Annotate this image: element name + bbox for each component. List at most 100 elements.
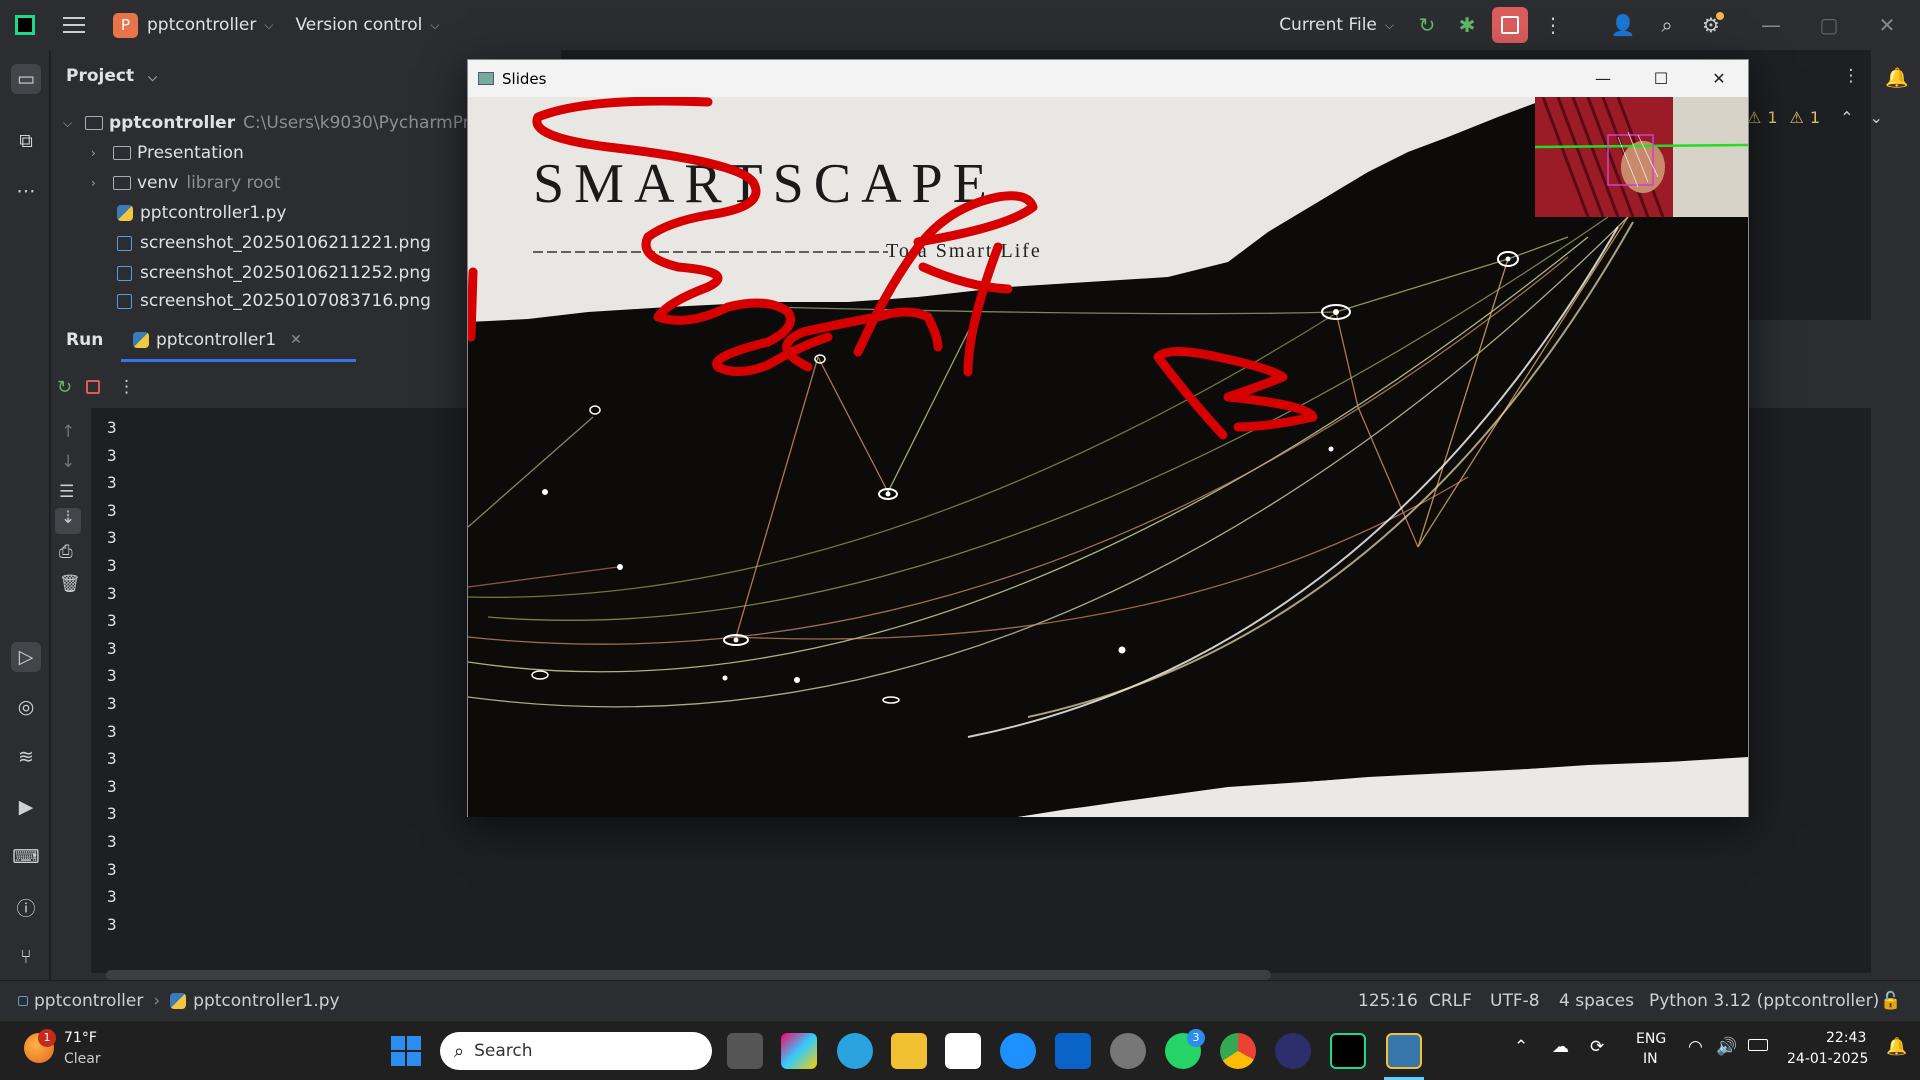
microsoft-store-icon[interactable] [945, 1033, 981, 1069]
notifications-bell-icon[interactable]: 🔔 [1884, 64, 1910, 90]
chevron-down-icon[interactable]: ⌄ [1869, 108, 1882, 127]
maximize-icon[interactable]: ☐ [1632, 60, 1690, 97]
soft-wrap-icon[interactable]: ☰ [59, 482, 74, 502]
project-panel-header[interactable]: Project ⌵ [66, 66, 157, 86]
webcam-preview [1534, 97, 1748, 218]
rerun-icon[interactable]: ↻ [1412, 10, 1442, 40]
git-icon[interactable]: ⑂ [13, 944, 39, 970]
terminal-icon[interactable]: ⌨ [12, 844, 39, 870]
expand-arrow-icon[interactable]: › [91, 146, 113, 160]
clock-time[interactable]: 22:43 [1826, 1030, 1866, 1046]
run-tool-icon[interactable]: ▷ [11, 642, 41, 672]
expand-arrow-icon[interactable]: ⌵ [63, 116, 85, 131]
rerun-icon[interactable]: ↻ [57, 377, 72, 398]
clock-date[interactable]: 24-01-2025 [1787, 1051, 1868, 1067]
breadcrumb-file[interactable]: pptcontroller1.py [193, 991, 339, 1011]
wifi-icon[interactable]: ◠ [1688, 1037, 1703, 1057]
settings-gear-icon[interactable] [1110, 1033, 1146, 1069]
close-icon[interactable]: ✕ [1690, 60, 1748, 97]
copilot-icon[interactable] [781, 1033, 817, 1069]
run-config-selector[interactable]: Current File ⌵ [1279, 15, 1394, 35]
tree-item-root[interactable]: ⌵ pptcontroller C:\Users\k9030\PycharmPr… [63, 110, 495, 136]
file-explorer-icon[interactable] [891, 1033, 927, 1069]
chrome-icon[interactable] [1220, 1033, 1256, 1069]
weather-temperature[interactable]: 71°F [64, 1030, 97, 1046]
help-icon[interactable] [1000, 1033, 1036, 1069]
tray-chevron-up-icon[interactable]: ⌃ [1514, 1037, 1528, 1057]
tree-item-file[interactable]: screenshot_20250106211252.png [117, 260, 431, 286]
pycharm-logo-icon [15, 15, 35, 35]
eclipse-icon[interactable] [1275, 1033, 1311, 1069]
battery-icon[interactable] [1748, 1039, 1768, 1051]
expand-arrow-icon[interactable]: › [91, 176, 113, 190]
chevron-up-icon[interactable]: ⌃ [1840, 108, 1853, 127]
horizontal-scrollbar[interactable] [106, 970, 1271, 980]
restore-icon[interactable]: ▢ [1814, 10, 1844, 40]
python-icon[interactable] [1386, 1033, 1422, 1069]
pycharm-icon[interactable] [1330, 1033, 1366, 1069]
caret-position[interactable]: 125:16 [1358, 991, 1418, 1011]
structure-icon[interactable]: ⧉ [13, 128, 39, 154]
tree-item-file[interactable]: screenshot_20250107083716.png [117, 290, 431, 312]
scroll-up-icon[interactable]: ↑ [61, 422, 75, 442]
stop-button[interactable] [1492, 7, 1528, 43]
warning-icon: ⚠ [1747, 108, 1762, 127]
tab-pptcontroller1[interactable]: pptcontroller1 ✕ [121, 320, 356, 362]
close-tab-icon[interactable]: ✕ [290, 332, 302, 348]
windows-start-icon[interactable] [391, 1036, 421, 1066]
ide-titlebar: P pptcontroller ⌵ Version control ⌵ Curr… [0, 0, 1920, 50]
main-menu-icon[interactable] [63, 17, 85, 33]
breadcrumb-project[interactable]: pptcontroller [34, 991, 143, 1011]
taskbar-search-box[interactable]: ⌕ Search [440, 1032, 712, 1070]
tree-item-file[interactable]: pptcontroller1.py [117, 200, 286, 226]
search-icon: ⌕ [454, 1040, 465, 1062]
telegram-icon[interactable] [837, 1033, 873, 1069]
print-icon[interactable]: ⎙ [59, 542, 73, 562]
line-ending[interactable]: CRLF [1429, 991, 1472, 1011]
task-view-icon[interactable] [727, 1033, 763, 1069]
scroll-to-end-icon[interactable]: ⇣ [55, 508, 81, 534]
more-tools-icon[interactable]: ⋯ [13, 178, 39, 204]
tree-item-file[interactable]: screenshot_20250106211221.png [117, 230, 431, 256]
python-interpreter[interactable]: Python 3.12 (pptcontroller) [1649, 991, 1879, 1011]
services-icon[interactable]: ▶ [13, 794, 39, 820]
minimize-icon[interactable]: — [1574, 60, 1632, 97]
outlook-icon[interactable] [1055, 1033, 1091, 1069]
version-control-menu[interactable]: Version control ⌵ [295, 15, 439, 35]
file-encoding[interactable]: UTF-8 [1490, 991, 1540, 1011]
indent-setting[interactable]: 4 spaces [1559, 991, 1634, 1011]
editor-more-icon[interactable]: ⋮ [1831, 66, 1871, 86]
weather-condition[interactable]: Clear [64, 1051, 101, 1067]
debug-icon[interactable]: ✱ [1452, 10, 1482, 40]
clear-trash-icon[interactable]: 🗑 [59, 574, 81, 594]
problems-icon[interactable]: ⓘ [13, 894, 39, 920]
search-icon[interactable]: ⌕ [1652, 10, 1682, 40]
lock-icon[interactable]: 🔓 [1880, 991, 1901, 1011]
tree-item-venv[interactable]: › venv library root [91, 170, 281, 196]
notification-bell-icon[interactable]: 🔔 [1886, 1037, 1907, 1057]
settings-icon[interactable]: ⚙ [1696, 10, 1726, 40]
more-actions-icon[interactable]: ⋮ [1538, 10, 1568, 40]
minimize-icon[interactable]: — [1756, 10, 1786, 40]
project-badge[interactable]: P [113, 12, 138, 38]
project-switcher[interactable]: pptcontroller ⌵ [147, 15, 273, 35]
scroll-down-icon[interactable]: ↓ [61, 452, 75, 472]
language-indicator[interactable]: ENG [1636, 1031, 1666, 1047]
console-line: 3 [107, 583, 117, 603]
more-actions-icon[interactable]: ⋮ [118, 377, 135, 397]
whatsapp-badge: 3 [1187, 1029, 1205, 1047]
sync-icon[interactable]: ⟳ [1590, 1037, 1604, 1057]
image-file-icon [117, 293, 132, 309]
stop-icon[interactable] [86, 380, 101, 394]
python-console-icon[interactable]: ◎ [13, 694, 39, 720]
project-tool-folder-icon[interactable]: ▭ [11, 64, 41, 94]
close-icon[interactable]: ✕ [1872, 10, 1902, 40]
layers-icon[interactable]: ≋ [13, 744, 39, 770]
volume-icon[interactable]: 🔊 [1716, 1037, 1737, 1057]
tree-item-presentation[interactable]: › Presentation [91, 140, 244, 166]
add-user-icon[interactable]: 👤 [1608, 10, 1638, 40]
onedrive-cloud-icon[interactable]: ☁ [1552, 1037, 1569, 1057]
slide-canvas[interactable]: SMARTSCAPE To a Smart Life [468, 97, 1748, 817]
warnings-indicator[interactable]: ⚠ 1 ⚠ 1 ⌃ ⌄ [1747, 108, 1883, 127]
region-indicator[interactable]: IN [1643, 1051, 1658, 1067]
